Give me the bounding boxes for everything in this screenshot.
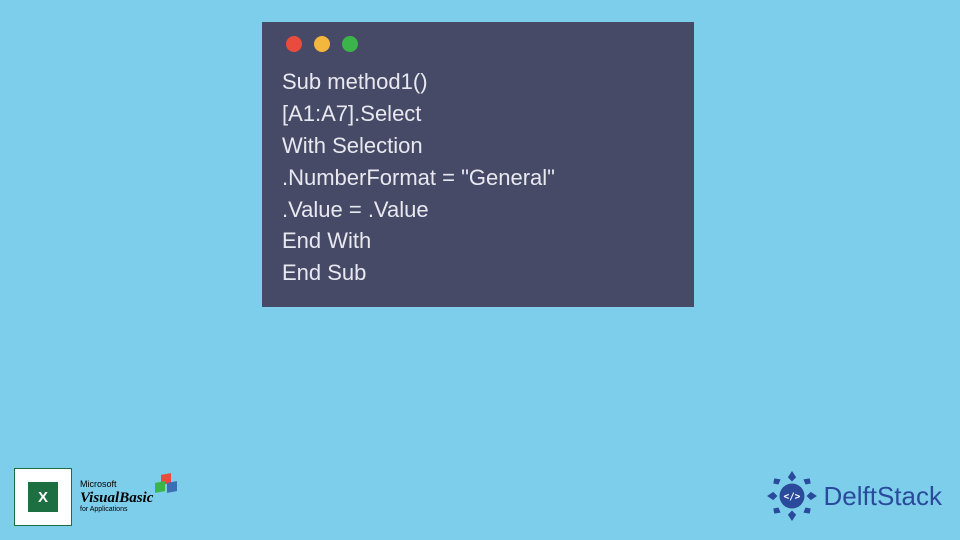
code-block: Sub method1() [A1:A7].Select With Select… <box>282 66 674 289</box>
code-line: With Selection <box>282 130 674 162</box>
code-line: .Value = .Value <box>282 194 674 226</box>
code-line: End With <box>282 225 674 257</box>
code-window: Sub method1() [A1:A7].Select With Select… <box>262 22 694 307</box>
vb-main-label: VisualBasic <box>80 490 153 507</box>
code-line: [A1:A7].Select <box>282 98 674 130</box>
cubes-icon <box>155 474 181 494</box>
excel-icon: X <box>14 468 72 526</box>
code-line: Sub method1() <box>282 66 674 98</box>
delftstack-logo-icon: </> <box>766 470 818 522</box>
visual-basic-badge: Microsoft VisualBasic for Applications <box>80 480 153 514</box>
excel-letter: X <box>28 482 58 512</box>
code-line: .NumberFormat = "General" <box>282 162 674 194</box>
excel-vba-badge: X Microsoft VisualBasic for Applications <box>14 468 153 526</box>
traffic-lights <box>286 36 674 52</box>
delftstack-brand: </> DelftStack <box>766 470 943 522</box>
vb-ms-label: Microsoft <box>80 480 117 490</box>
code-line: End Sub <box>282 257 674 289</box>
svg-text:</>: </> <box>783 492 800 503</box>
vb-sub-label: for Applications <box>80 506 127 514</box>
close-icon <box>286 36 302 52</box>
minimize-icon <box>314 36 330 52</box>
maximize-icon <box>342 36 358 52</box>
delftstack-name: DelftStack <box>824 481 943 512</box>
